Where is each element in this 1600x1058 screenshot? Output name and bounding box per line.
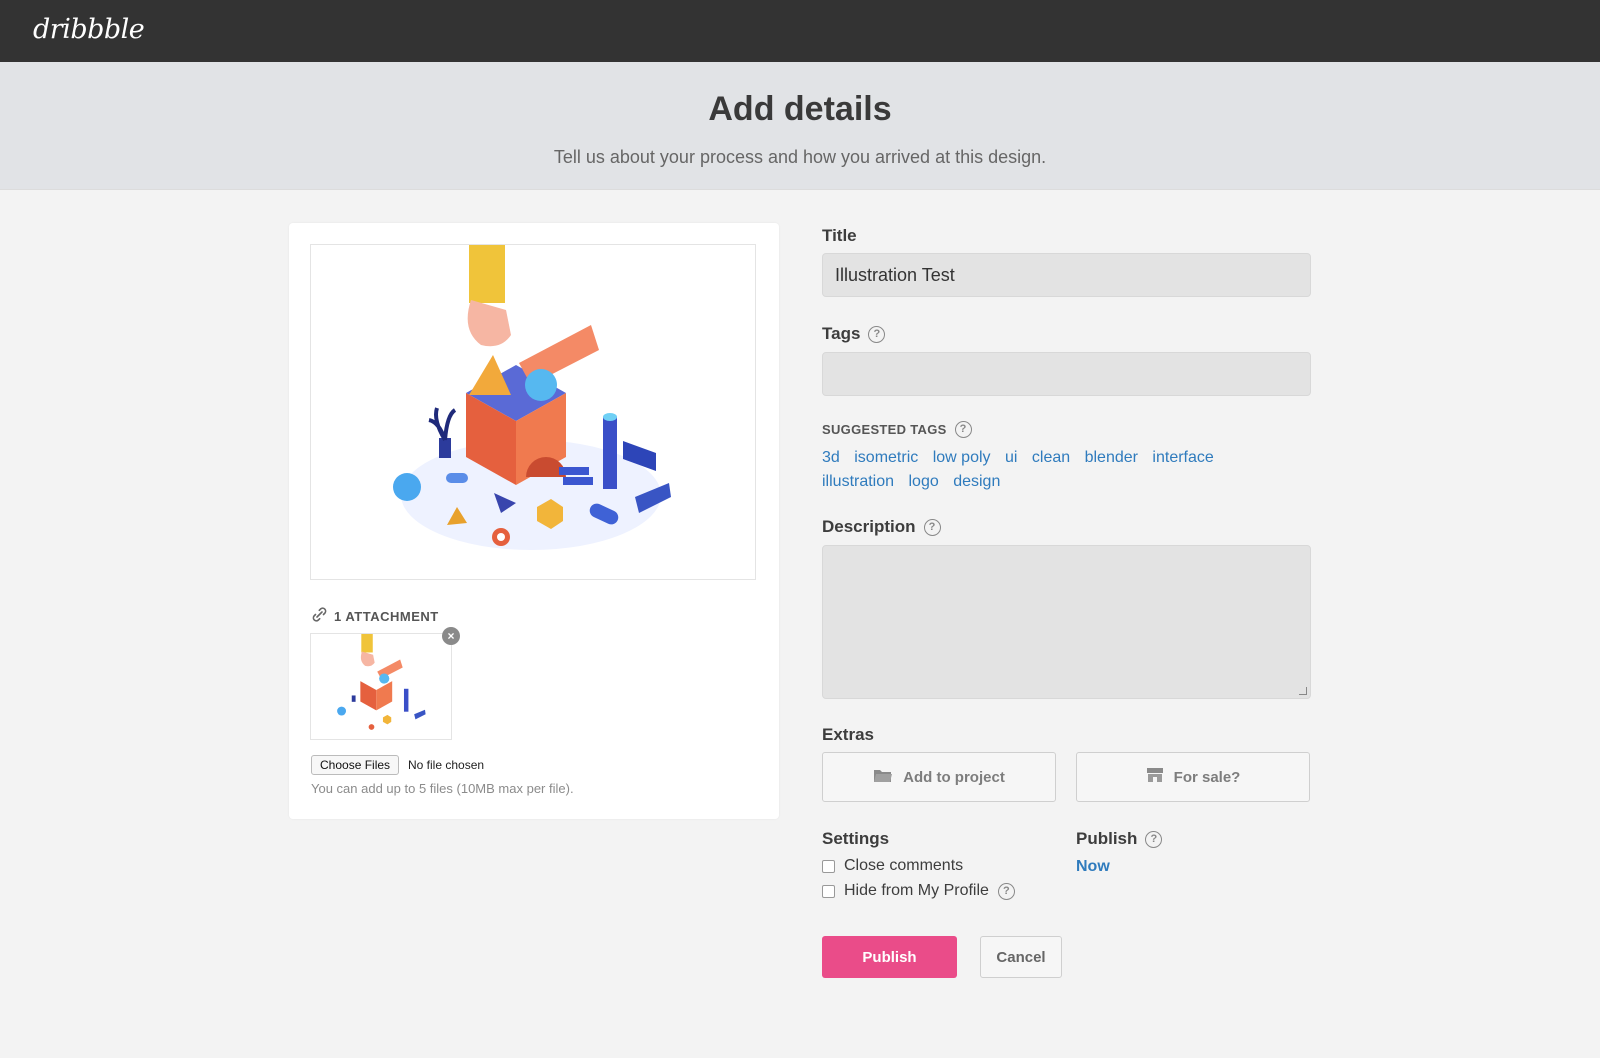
store-icon [1146, 767, 1164, 787]
remove-attachment-icon[interactable]: × [442, 627, 460, 645]
suggested-tag[interactable]: ui [1005, 449, 1017, 466]
help-icon[interactable]: ? [868, 325, 886, 343]
help-icon[interactable]: ? [997, 882, 1015, 900]
title-input[interactable] [822, 253, 1311, 297]
shot-preview-image [310, 244, 756, 580]
suggested-tag[interactable]: isometric [854, 449, 918, 466]
suggested-tag[interactable]: 3d [822, 449, 840, 466]
thumbnail-image [337, 634, 426, 730]
description-label: Description ? [822, 517, 941, 537]
suggested-tags-label: SUGGESTED TAGS ? [822, 421, 972, 438]
add-to-project-label: Add to project [903, 768, 1005, 786]
page-title: Add details [708, 90, 892, 128]
page-header: Add details Tell us about your process a… [0, 62, 1600, 190]
help-icon[interactable]: ? [954, 421, 972, 438]
attachments-count: 1 ATTACHMENT [334, 608, 439, 624]
suggested-tag[interactable]: clean [1032, 449, 1070, 466]
suggested-tags-label-text: SUGGESTED TAGS [822, 422, 947, 437]
hide-profile-checkbox[interactable] [822, 884, 835, 898]
tags-label-text: Tags [822, 324, 861, 343]
extras-label-text: Extras [822, 725, 874, 744]
add-to-project-button[interactable]: Add to project [822, 752, 1056, 802]
help-icon[interactable]: ? [1145, 830, 1163, 848]
cancel-button[interactable]: Cancel [980, 936, 1062, 978]
publish-button[interactable]: Publish [822, 936, 957, 978]
top-navbar: dribbble [0, 0, 1600, 62]
suggested-tag[interactable]: blender [1085, 449, 1138, 466]
help-icon[interactable]: ? [923, 518, 941, 536]
close-comments-option[interactable]: Close comments [822, 857, 963, 875]
publish-label-text: Publish [1076, 829, 1138, 848]
tags-label: Tags ? [822, 324, 886, 344]
close-comments-checkbox[interactable] [822, 859, 835, 873]
suggested-tags-list: 3d isometric low poly ui clean blender i… [822, 446, 1242, 494]
hide-profile-label: Hide from My Profile [844, 882, 989, 899]
hide-profile-option[interactable]: Hide from My Profile ? [822, 882, 1015, 900]
paperclip-icon [311, 606, 328, 626]
file-upload-hint: You can add up to 5 files (10MB max per … [311, 781, 574, 796]
suggested-tag[interactable]: logo [908, 473, 938, 490]
close-comments-label: Close comments [844, 857, 964, 874]
page-subtitle: Tell us about your process and how you a… [553, 147, 1047, 167]
suggested-tag[interactable]: illustration [822, 473, 894, 490]
title-label-text: Title [822, 226, 857, 245]
title-label: Title [822, 226, 857, 246]
suggested-tag[interactable]: interface [1152, 449, 1213, 466]
for-sale-button[interactable]: For sale? [1076, 752, 1310, 802]
publish-schedule-link[interactable]: Now [1076, 858, 1110, 876]
extras-label: Extras [822, 725, 874, 745]
dribbble-logo[interactable]: dribbble [33, 14, 145, 45]
resize-handle-icon[interactable] [1299, 687, 1307, 695]
media-card: 1 ATTACHMENT × Choose Files No file chos… [289, 223, 779, 819]
file-status: No file chosen [408, 758, 485, 772]
tags-input[interactable] [822, 352, 1311, 396]
suggested-tag[interactable]: low poly [933, 449, 991, 466]
attachment-thumbnail[interactable] [310, 633, 452, 740]
isometric-illustration [393, 245, 671, 550]
suggested-tag[interactable]: design [953, 473, 1000, 490]
attachments-header: 1 ATTACHMENT [311, 606, 439, 626]
choose-files-button[interactable]: Choose Files [311, 755, 400, 775]
publish-label: Publish ? [1076, 829, 1163, 849]
settings-label-text: Settings [822, 829, 890, 848]
description-label-text: Description [822, 517, 916, 536]
folder-icon [873, 767, 893, 787]
description-textarea[interactable] [822, 545, 1311, 699]
for-sale-label: For sale? [1173, 768, 1241, 786]
settings-label: Settings [822, 829, 889, 849]
